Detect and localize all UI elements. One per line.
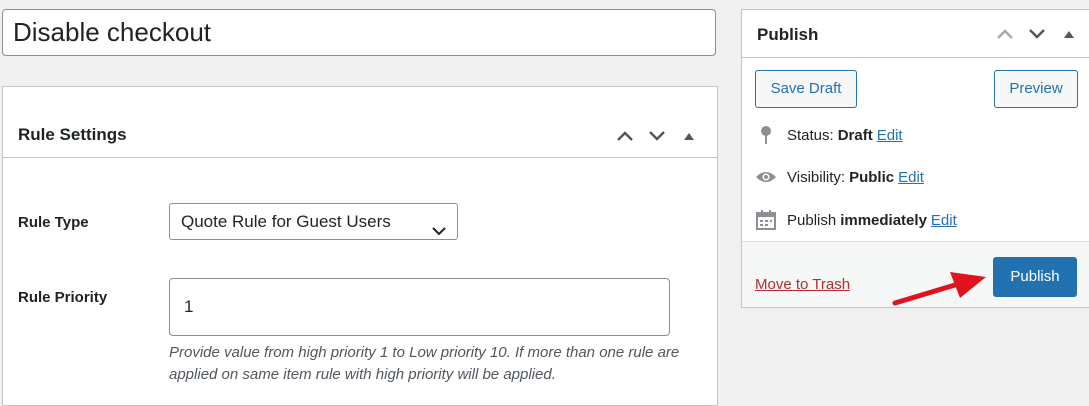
rule-type-label: Rule Type — [18, 214, 89, 231]
annotation-arrow — [892, 272, 986, 306]
publish-panel: Publish Save Draft Preview Status: Draft… — [741, 9, 1089, 308]
visibility-edit-link[interactable]: Edit — [898, 169, 924, 186]
post-title-input[interactable]: Disable checkout — [2, 9, 716, 56]
rule-priority-label: Rule Priority — [18, 289, 108, 306]
visibility-row: Visibility: Public Edit — [755, 166, 924, 188]
publish-button[interactable]: Publish — [993, 257, 1077, 297]
status-value: Draft — [837, 126, 873, 144]
rule-settings-panel: Rule Settings Rule Type Quote Rule for G… — [2, 86, 718, 406]
chevron-down-icon — [431, 214, 447, 249]
pin-icon — [755, 124, 777, 146]
rule-priority-input[interactable]: 1 — [169, 278, 670, 336]
collapse-toggle-icon[interactable] — [1053, 21, 1085, 47]
visibility-value: Public — [849, 168, 895, 186]
publish-header: Publish — [742, 10, 1089, 58]
eye-icon — [755, 166, 777, 188]
calendar-icon — [755, 209, 777, 231]
save-draft-button[interactable]: Save Draft — [755, 70, 857, 108]
status-label: Status: — [787, 126, 834, 144]
rule-type-value: Quote Rule for Guest Users — [181, 212, 391, 231]
rule-settings-header: Rule Settings — [3, 87, 717, 158]
publish-date-value: immediately — [840, 211, 927, 229]
move-up-icon[interactable] — [609, 123, 641, 149]
publish-date-edit-link[interactable]: Edit — [931, 212, 957, 229]
visibility-label: Visibility: — [787, 168, 846, 186]
move-down-icon[interactable] — [1021, 21, 1053, 47]
publish-date-label: Publish — [787, 211, 837, 229]
status-row: Status: Draft Edit — [755, 124, 903, 146]
rule-priority-help: Provide value from high priority 1 to Lo… — [169, 344, 680, 383]
collapse-toggle-icon[interactable] — [673, 123, 705, 149]
move-down-icon[interactable] — [641, 123, 673, 149]
publish-title: Publish — [757, 25, 819, 44]
move-up-icon[interactable] — [989, 21, 1021, 47]
rule-settings-title: Rule Settings — [18, 125, 127, 144]
publish-date-row: Publish immediately Edit — [755, 209, 957, 231]
status-edit-link[interactable]: Edit — [877, 127, 903, 144]
preview-button[interactable]: Preview — [994, 70, 1078, 108]
rule-type-select[interactable]: Quote Rule for Guest Users — [169, 203, 458, 240]
move-to-trash-link[interactable]: Move to Trash — [755, 276, 850, 293]
